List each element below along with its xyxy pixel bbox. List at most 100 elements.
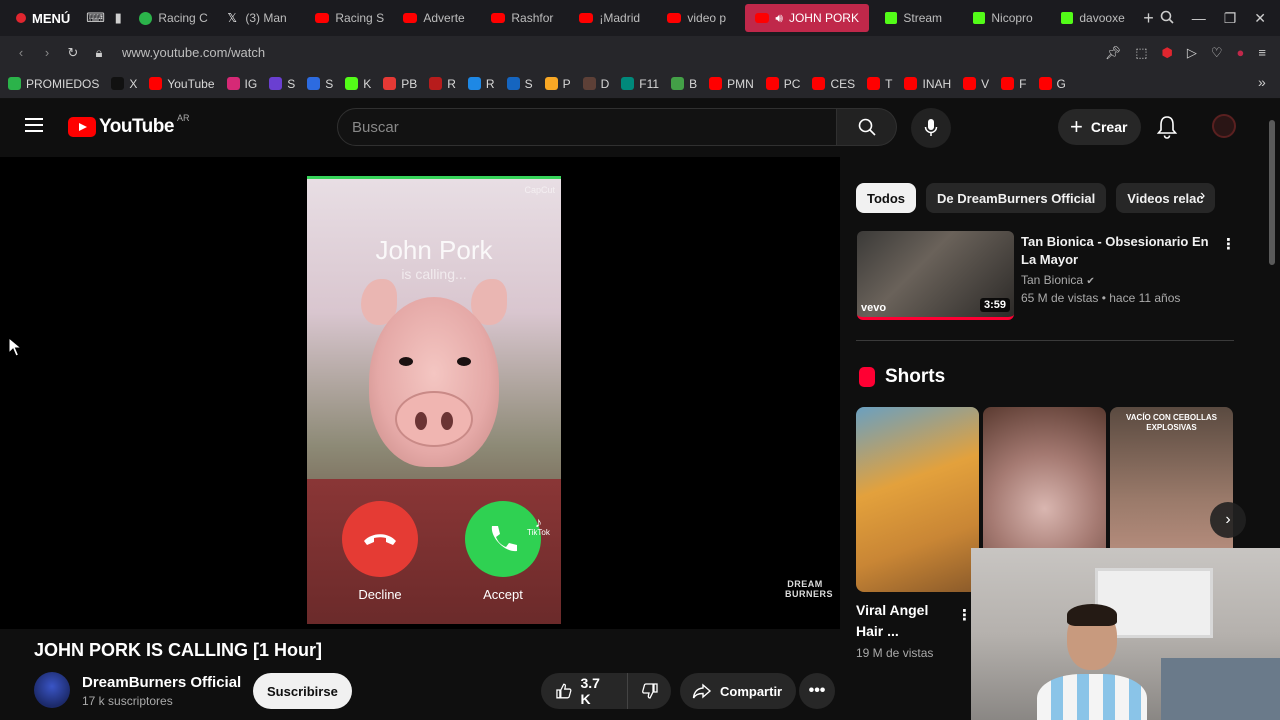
create-button[interactable]: + Crear <box>1058 109 1142 145</box>
bookmark-item[interactable]: B <box>671 77 697 91</box>
shield-icon[interactable]: ⬢ <box>1162 45 1173 61</box>
streamer-hair <box>1067 604 1117 626</box>
youtube-favicon-icon <box>579 13 594 23</box>
account-avatar[interactable] <box>1212 114 1236 138</box>
browser-tab[interactable]: Adverte <box>393 4 475 32</box>
search-tabs-icon[interactable] <box>1160 10 1174 27</box>
dislike-button[interactable] <box>628 682 671 700</box>
play-icon[interactable]: ▷ <box>1187 45 1197 61</box>
restore-icon[interactable]: ❐ <box>1224 10 1237 27</box>
bookmark-label: S <box>524 76 533 91</box>
more-actions-button[interactable]: ••• <box>799 673 835 709</box>
browser-tab[interactable]: davooxe <box>1051 4 1133 32</box>
bookmarks-overflow-icon[interactable]: » <box>1258 74 1266 90</box>
browser-tab[interactable]: Racing C <box>129 4 211 32</box>
window-controls: — ❐ ✕ <box>1160 10 1280 27</box>
pin-icon[interactable]: 📌︎ <box>1105 45 1122 61</box>
subscribe-button[interactable]: Suscribirse <box>253 673 352 709</box>
bookmark-label: YouTube <box>167 76 215 91</box>
bookmark-item[interactable]: S <box>307 77 333 91</box>
filter-chip[interactable]: De DreamBurners Official <box>926 183 1107 213</box>
bookmark-label: R <box>485 76 495 91</box>
shorts-next-button[interactable]: › <box>1210 502 1246 538</box>
browser-tab[interactable]: Stream <box>875 4 957 32</box>
forward-icon[interactable]: › <box>36 45 58 60</box>
minimize-icon[interactable]: — <box>1192 10 1206 26</box>
recommended-title[interactable]: Tan Bionica - Obsesionario En La Mayor <box>1021 233 1211 269</box>
bookmark-item[interactable]: R <box>429 77 456 91</box>
bookmark-item[interactable]: F11 <box>621 77 659 91</box>
url-text[interactable]: www.youtube.com/watch <box>122 45 265 60</box>
page-scrollbar[interactable] <box>1269 120 1275 265</box>
browser-tab[interactable]: ¡Madrid <box>569 4 651 32</box>
bookmark-item[interactable]: T <box>867 77 892 91</box>
recommended-channel[interactable]: Tan Bionica ✔ <box>1021 273 1095 287</box>
video-player[interactable]: CapCut John Pork is calling... Decline A… <box>0 157 840 629</box>
guide-menu-icon[interactable] <box>25 118 43 132</box>
bookmark-item[interactable]: G <box>1038 77 1066 91</box>
extension-icon[interactable]: ● <box>1237 45 1245 60</box>
new-tab-button[interactable]: + <box>1139 7 1157 29</box>
gamepad-icon[interactable]: ⌨ <box>86 7 105 29</box>
channel-avatar[interactable] <box>34 672 70 708</box>
heart-icon[interactable]: ♡ <box>1211 45 1223 61</box>
short-kebab-icon[interactable]: ⋮ <box>957 606 972 624</box>
bookmark-item[interactable]: YouTube <box>149 76 215 91</box>
youtube-logo[interactable]: YouTube AR <box>68 113 189 138</box>
search-button[interactable] <box>837 108 897 146</box>
bookmark-item[interactable]: D <box>582 77 609 91</box>
bookmark-item[interactable]: K <box>345 77 371 91</box>
browser-tab[interactable]: 🔊︎ JOHN PORK <box>745 4 870 32</box>
bookmark-item[interactable]: S <box>506 76 533 91</box>
bookmark-item[interactable]: X <box>111 77 137 91</box>
browser-tab[interactable]: Racing S <box>305 4 387 32</box>
channel-watermark[interactable]: DREAM BURNERS <box>785 579 833 599</box>
bookmark-item[interactable]: S <box>269 77 295 91</box>
lock-icon[interactable]: 🔒︎ <box>88 45 110 61</box>
kebab-menu-icon[interactable]: ⋮ <box>1221 235 1236 253</box>
tab-label: (3) Man <box>245 11 287 25</box>
snapshot-icon[interactable]: ⬚ <box>1135 45 1147 61</box>
bookmark-item[interactable]: PMN <box>709 77 754 91</box>
search-input[interactable] <box>337 108 837 146</box>
share-button[interactable]: Compartir <box>680 673 797 709</box>
browser-tab[interactable]: 𝕏 (3) Man <box>217 4 299 32</box>
bookmark-item[interactable]: P <box>544 77 571 91</box>
document-icon[interactable]: ▮ <box>109 7 127 29</box>
bookmark-item[interactable]: R <box>467 76 495 91</box>
video-frame[interactable]: CapCut John Pork is calling... Decline A… <box>307 176 561 624</box>
bookmark-item[interactable]: PB <box>383 77 417 91</box>
speaker-icon[interactable]: 🔊︎ <box>775 11 783 26</box>
bookmark-item[interactable]: PC <box>765 77 800 91</box>
back-icon[interactable]: ‹ <box>10 45 32 60</box>
close-icon[interactable]: ✕ <box>1254 10 1266 27</box>
channel-name[interactable]: DreamBurners Official <box>82 674 241 691</box>
short-thumbnail-1[interactable] <box>856 407 979 592</box>
club-logo-icon <box>139 11 153 25</box>
bookmark-item[interactable]: V <box>963 77 989 91</box>
reload-icon[interactable]: ↻ <box>62 45 84 61</box>
chevron-right-icon[interactable]: › <box>1200 187 1205 205</box>
pig-eye-right <box>457 357 471 366</box>
filter-chip[interactable]: Todos <box>856 183 917 213</box>
bookmark-item[interactable]: F <box>1001 76 1027 91</box>
bookmark-item[interactable]: INAH <box>904 77 951 91</box>
bookmark-item[interactable]: CES <box>812 77 855 91</box>
recommended-thumbnail[interactable]: vevo 3:59 <box>857 231 1014 320</box>
short-title[interactable]: Viral Angel Hair ... <box>856 600 956 642</box>
browser-tab[interactable]: Rashfor <box>481 4 563 32</box>
like-button[interactable]: 3.7 K <box>541 673 629 709</box>
bookmark-favicon-icon <box>867 77 881 90</box>
voice-search-button[interactable] <box>911 108 951 148</box>
bookmark-label: F <box>1019 76 1027 91</box>
bookmark-favicon-icon <box>307 77 321 90</box>
browser-tab[interactable]: Nicopro <box>963 4 1045 32</box>
browser-menu-button[interactable]: MENÚ <box>0 0 84 36</box>
bookmark-item[interactable]: IG <box>226 77 257 91</box>
tab-label: Nicopro <box>991 11 1033 25</box>
notifications-bell-icon[interactable] <box>1156 115 1178 144</box>
bookmark-item[interactable]: PROMIEDOS <box>8 77 99 91</box>
easy-setup-icon[interactable]: ≡ <box>1258 45 1266 60</box>
browser-tab[interactable]: video p <box>657 4 739 32</box>
recommended-video[interactable]: vevo 3:59 Tan Bionica - Obsesionario En … <box>857 231 1237 321</box>
